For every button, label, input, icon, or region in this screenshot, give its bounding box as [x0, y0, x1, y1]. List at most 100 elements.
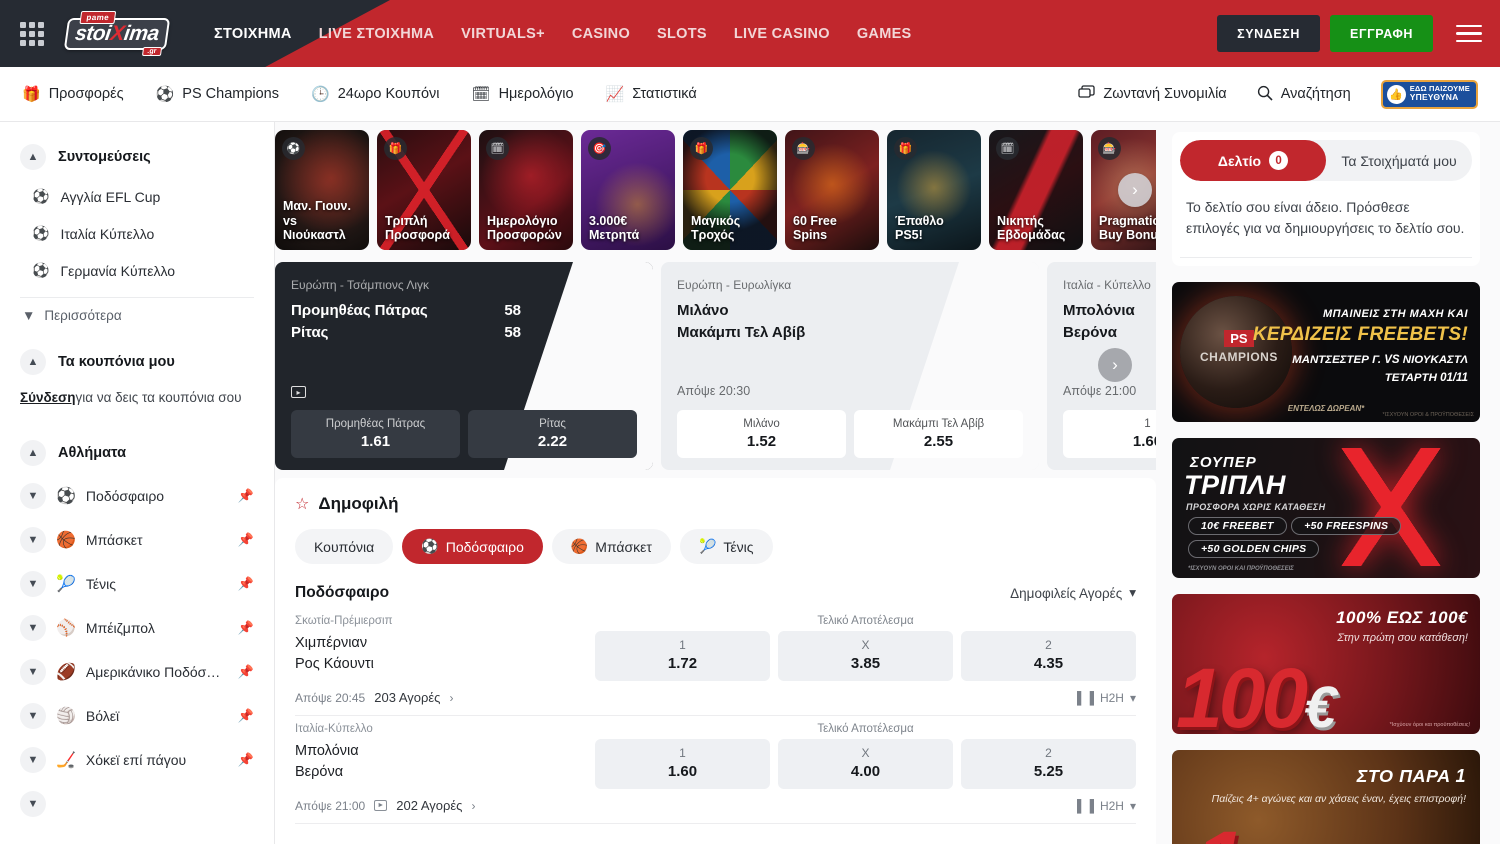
- h2h-button[interactable]: ▌▐ H2H ▾: [1077, 691, 1136, 705]
- tab-coupons[interactable]: Κουπόνια: [295, 529, 393, 564]
- subnav-item-statistics[interactable]: 📈 Στατιστικά: [606, 86, 697, 102]
- match-teams[interactable]: Ιταλία-Κύπελλο Μπολόνια Βερόνα: [295, 723, 595, 783]
- chevron-down-icon[interactable]: ▼: [20, 659, 46, 685]
- subnav-item-offers[interactable]: 🎁 Προσφορές: [22, 86, 124, 102]
- odd-button[interactable]: Προμηθέας Πάτρας 1.61: [291, 410, 460, 458]
- odd-button-1[interactable]: 1 1.60: [595, 739, 770, 789]
- tab-football[interactable]: ⚽ Ποδόσφαιρο: [402, 529, 543, 564]
- sidebar-section-my-coupons[interactable]: ▲ Τα κουπόνια μου: [0, 341, 274, 383]
- odd-button-1[interactable]: 1 1.72: [595, 631, 770, 681]
- h2h-button[interactable]: ▌▐ H2H ▾: [1077, 799, 1136, 813]
- promo-tile[interactable]: 🗓 Νικητής Εβδομάδας: [989, 130, 1083, 250]
- nav-item-casino[interactable]: CASINO: [572, 26, 630, 42]
- nav-item-stoixima[interactable]: ΣΤΟΙΧΗΜΑ: [214, 26, 292, 42]
- coupons-login-link[interactable]: Σύνδεση: [20, 390, 76, 405]
- sidebar-item-efl-cup[interactable]: ⚽ Αγγλία EFL Cup: [0, 178, 274, 215]
- promo-banner-sto-para-1[interactable]: 1 ΣΤΟ ΠΑΡΑ 1 Παίζεις 4+ αγώνες και αν χά…: [1172, 750, 1480, 844]
- apps-grid-icon[interactable]: [20, 22, 44, 46]
- sidebar-item-germania-kypello[interactable]: ⚽ Γερμανία Κύπελλο: [0, 252, 274, 289]
- nav-item-games[interactable]: GAMES: [857, 26, 912, 42]
- tab-betslip[interactable]: Δελτίο 0: [1180, 140, 1326, 181]
- tiles-next-arrow-button[interactable]: ›: [1118, 173, 1152, 207]
- odd-button[interactable]: Μιλάνο 1.52: [677, 410, 846, 458]
- odd-button-x[interactable]: X 4.00: [778, 739, 953, 789]
- chevron-right-icon[interactable]: ›: [449, 691, 453, 705]
- odd-value: 1.60: [599, 763, 766, 780]
- sidebar-section-shortcuts[interactable]: ▲ Συντομεύσεις: [0, 136, 274, 178]
- sidebar-sport-american-football[interactable]: ▼ 🏈 Αμερικάνικο Ποδόσ… 📌: [0, 650, 274, 694]
- tab-basketball[interactable]: 🏀 Μπάσκετ: [552, 529, 671, 564]
- sidebar-item-italia-kypello[interactable]: ⚽ Ιταλία Κύπελλο: [0, 215, 274, 252]
- match-teams[interactable]: Σκωτία-Πρέμιερσιπ Χιμπέρνιαν Ρος Κάουντι: [295, 615, 595, 675]
- register-button[interactable]: ΕΓΓΡΑΦΗ: [1330, 15, 1433, 52]
- chevron-down-icon[interactable]: ▼: [20, 703, 46, 729]
- tab-my-bets[interactable]: Τα Στοιχήματά μου: [1326, 140, 1472, 181]
- nav-item-live-casino[interactable]: LIVE CASINO: [734, 26, 830, 42]
- odd-button-2[interactable]: 2 4.35: [961, 631, 1136, 681]
- odd-button[interactable]: Μακάμπι Τελ Αβίβ 2.55: [854, 410, 1023, 458]
- pin-icon[interactable]: 📌: [238, 708, 254, 724]
- featured-match-card[interactable]: Ευρώπη - Τσάμπιονς Λιγκ Προμηθέας Πάτρας…: [275, 262, 653, 470]
- login-button[interactable]: ΣΥΝΔΕΣΗ: [1217, 15, 1320, 52]
- site-logo[interactable]: pame stoiXima .gr: [59, 11, 175, 57]
- odd-button[interactable]: Ρίτας 2.22: [468, 410, 637, 458]
- promo-tile[interactable]: 🎁 Μαγικός Τροχός: [683, 130, 777, 250]
- chevron-down-icon[interactable]: ▼: [20, 571, 46, 597]
- responsible-gaming-badge[interactable]: 👍 ΕΔΩ ΠΑΙΖΟΥΜΕ ΥΠΕΥΘΥΝΑ: [1381, 80, 1478, 109]
- promo-tile[interactable]: 🎁 Τριπλή Προσφορά: [377, 130, 471, 250]
- pin-icon[interactable]: 📌: [238, 620, 254, 636]
- featured-next-arrow-button[interactable]: ›: [1098, 348, 1132, 382]
- promo-tile[interactable]: ⚽ Μαν. Γιουν. vs Νιούκαστλ: [275, 130, 369, 250]
- sidebar-sport-ice-hockey[interactable]: ▼ 🏒 Χόκεϊ επί πάγου 📌: [0, 738, 274, 782]
- promo-banner-deposit-100[interactable]: 100€ 100% ΕΩΣ 100€ Στην πρώτη σου κατάθε…: [1172, 594, 1480, 734]
- chevron-down-icon[interactable]: ▼: [20, 615, 46, 641]
- odd-key: X: [782, 638, 949, 652]
- sidebar-sport-volleyball[interactable]: ▼ 🏐 Βόλεϊ 📌: [0, 694, 274, 738]
- match-markets-count[interactable]: 202 Αγορές: [396, 798, 462, 813]
- featured-match-card[interactable]: Ευρώπη - Ευρωλίγκα Μιλάνο Μακάμπι Τελ Αβ…: [661, 262, 1039, 470]
- promo-banner-ps-champions[interactable]: PS CHAMPIONS ΜΠΑΙΝΕΙΣ ΣΤΗ ΜΑΧΗ ΚΑΙ ΚΕΡΔΙ…: [1172, 282, 1480, 422]
- pin-icon[interactable]: 📌: [238, 576, 254, 592]
- pin-icon[interactable]: 📌: [238, 752, 254, 768]
- promo-banner-super-tripli[interactable]: ΣΟΥΠΕΡ ΤΡΙΠΛΗ ΠΡΟΣΦΟΡΑ ΧΩΡΙΣ ΚΑΤΑΘΕΣΗ 10…: [1172, 438, 1480, 578]
- sidebar-sport-tennis[interactable]: ▼ 🎾 Τένις 📌: [0, 562, 274, 606]
- market-selector[interactable]: Δημοφιλείς Αγορές ▾: [1010, 585, 1136, 601]
- sidebar-sport-next-partial[interactable]: ▼: [0, 782, 274, 826]
- pin-icon[interactable]: 📌: [238, 664, 254, 680]
- promo-tile[interactable]: 🎰 60 Free Spins: [785, 130, 879, 250]
- nav-item-virtuals[interactable]: VIRTUALS+: [461, 26, 545, 42]
- chevron-down-icon[interactable]: ▼: [20, 483, 46, 509]
- live-chat-button[interactable]: Ζωντανή Συνομιλία: [1078, 85, 1226, 103]
- subnav-item-calendar[interactable]: 🗓 Ημερολόγιο: [472, 86, 574, 102]
- sidebar-more-button[interactable]: ▼ Περισσότερα: [20, 297, 254, 333]
- sidebar-section-sports[interactable]: ▲ Αθλήματα: [0, 432, 274, 474]
- sidebar-sport-basketball[interactable]: ▼ 🏀 Μπάσκετ 📌: [0, 518, 274, 562]
- promo-tile[interactable]: 🎁 Έπαθλο PS5!: [887, 130, 981, 250]
- search-button[interactable]: Αναζήτηση: [1257, 85, 1351, 104]
- odd-button[interactable]: 1 1.60: [1063, 410, 1156, 458]
- odd-button-2[interactable]: 2 5.25: [961, 739, 1136, 789]
- match-markets-count[interactable]: 203 Αγορές: [374, 690, 440, 705]
- promo-tile[interactable]: 🗓 Ημερολόγιο Προσφορών: [479, 130, 573, 250]
- chevron-down-icon[interactable]: ▼: [20, 791, 46, 817]
- hamburger-menu-icon[interactable]: [1456, 20, 1482, 48]
- promo-tile[interactable]: 🎯 3.000€ Μετρητά: [581, 130, 675, 250]
- live-stream-icon[interactable]: ►: [374, 800, 387, 811]
- nav-item-live-stoixima[interactable]: LIVE ΣΤΟΙΧΗΜΑ: [319, 26, 434, 42]
- odd-button-x[interactable]: X 3.85: [778, 631, 953, 681]
- chevron-right-icon[interactable]: ›: [471, 799, 475, 813]
- live-stream-icon[interactable]: [291, 386, 306, 398]
- subnav-item-24h-coupon[interactable]: 🕒 24ωρο Κουπόνι: [311, 86, 440, 102]
- chevron-down-icon[interactable]: ▼: [20, 747, 46, 773]
- pin-icon[interactable]: 📌: [238, 488, 254, 504]
- tab-tennis[interactable]: 🎾 Τένις: [680, 529, 773, 564]
- pin-icon[interactable]: 📌: [238, 532, 254, 548]
- chevron-down-icon: ▾: [1130, 799, 1136, 813]
- chevron-down-icon[interactable]: ▼: [20, 527, 46, 553]
- match-odds: Προμηθέας Πάτρας 1.61 Ρίτας 2.22: [291, 410, 637, 458]
- sidebar-sport-baseball[interactable]: ▼ ⚾ Μπέιζμπολ 📌: [0, 606, 274, 650]
- nav-item-slots[interactable]: SLOTS: [657, 26, 707, 42]
- subnav-item-ps-champions[interactable]: ⚽ PS Champions: [156, 86, 279, 102]
- sidebar-sport-football[interactable]: ▼ ⚽ Ποδόσφαιρο 📌: [0, 474, 274, 518]
- odd-value: 1.61: [297, 433, 454, 450]
